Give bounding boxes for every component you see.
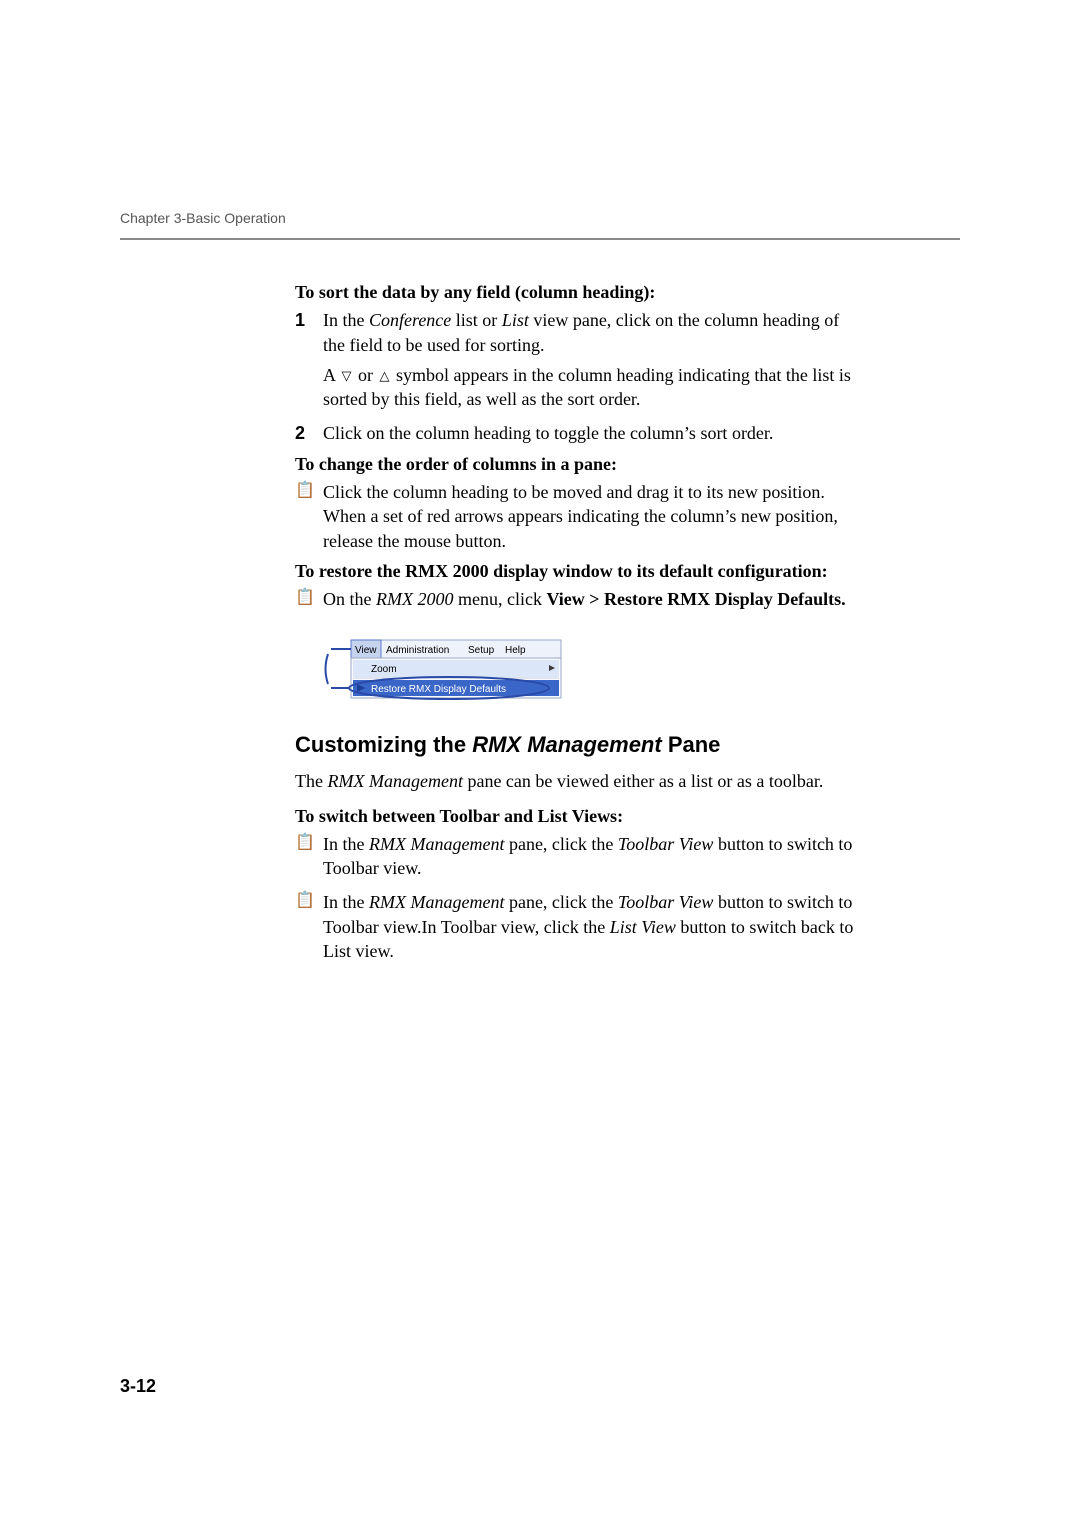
step-number: 1 (295, 308, 323, 417)
step-number: 2 (295, 421, 323, 451)
text: pane, click the (504, 892, 617, 912)
body-content: To sort the data by any field (column he… (295, 280, 855, 969)
term-rmx-management: RMX Management (369, 892, 504, 912)
triangle-up-icon: △ (378, 367, 392, 385)
proc3-step1: 📋 On the RMX 2000 menu, click View > Res… (295, 587, 855, 617)
page-number: 3-12 (120, 1376, 156, 1397)
header-rule (120, 238, 960, 240)
step-body: Click on the column heading to toggle th… (323, 421, 855, 451)
term-rmx-management: RMX Management (472, 732, 661, 757)
term-rmx-management: RMX Management (369, 834, 504, 854)
clipboard-icon: 📋 (295, 832, 323, 887)
menu-item-view: View (355, 645, 377, 656)
menu-item-help: Help (505, 645, 526, 656)
text: symbol appears in the column heading ind… (323, 365, 851, 409)
text: The (295, 771, 327, 791)
proc3-title: To restore the RMX 2000 display window t… (295, 559, 855, 583)
proc4-bullet2: 📋 In the RMX Management pane, click the … (295, 890, 855, 969)
proc1-title: To sort the data by any field (column he… (295, 280, 855, 304)
text: Customizing the (295, 732, 472, 757)
term-rmx2000: RMX 2000 (376, 589, 453, 609)
clipboard-icon: 📋 (295, 480, 323, 559)
text: Click on the column heading to toggle th… (323, 421, 855, 445)
step-body: On the RMX 2000 menu, click View > Resto… (323, 587, 855, 617)
text: In the (323, 892, 369, 912)
menu-path: View > Restore RMX Display Defaults. (546, 589, 845, 609)
proc1-step2: 2 Click on the column heading to toggle … (295, 421, 855, 451)
step-body: In the RMX Management pane, click the To… (323, 890, 855, 969)
proc2-title: To change the order of columns in a pane… (295, 452, 855, 476)
menu-restore-defaults: Restore RMX Display Defaults (371, 684, 506, 695)
text: or (354, 365, 378, 385)
section-intro: The RMX Management pane can be viewed ei… (295, 769, 855, 793)
step-body: In the RMX Management pane, click the To… (323, 832, 855, 887)
text: list or (451, 310, 502, 330)
page: Chapter 3-Basic Operation To sort the da… (0, 0, 1080, 1527)
running-header: Chapter 3-Basic Operation (120, 210, 960, 226)
text: pane, click the (504, 834, 617, 854)
term-conference: Conference (369, 310, 451, 330)
text: Pane (662, 732, 721, 757)
text: In the (323, 310, 369, 330)
menu-item-setup: Setup (468, 645, 495, 656)
proc1-step1: 1 In the Conference list or List view pa… (295, 308, 855, 417)
menu-item-administration: Administration (386, 645, 449, 656)
term-toolbar-view: Toolbar View (618, 834, 714, 854)
proc2-step1: 📋 Click the column heading to be moved a… (295, 480, 855, 559)
term-toolbar-view: Toolbar View (618, 892, 714, 912)
text: menu, click (453, 589, 546, 609)
text: pane can be viewed either as a list or a… (463, 771, 823, 791)
menu-screenshot: View Administration Setup Help Zoom Rest… (323, 634, 573, 704)
proc4-bullet1: 📋 In the RMX Management pane, click the … (295, 832, 855, 887)
text: In the (323, 834, 369, 854)
step-body: In the Conference list or List view pane… (323, 308, 855, 417)
term-list: List (502, 310, 529, 330)
clipboard-icon: 📋 (295, 587, 323, 617)
term-rmx-management: RMX Management (327, 771, 462, 791)
section-heading: Customizing the RMX Management Pane (295, 730, 855, 760)
clipboard-icon: 📋 (295, 890, 323, 969)
term-list-view: List View (610, 917, 676, 937)
text: On the (323, 589, 376, 609)
text: Click the column heading to be moved and… (323, 480, 855, 553)
menu-zoom: Zoom (371, 664, 397, 675)
triangle-down-icon: ▽ (340, 367, 354, 385)
step-body: Click the column heading to be moved and… (323, 480, 855, 559)
text: A (323, 365, 340, 385)
proc4-title: To switch between Toolbar and List Views… (295, 804, 855, 828)
